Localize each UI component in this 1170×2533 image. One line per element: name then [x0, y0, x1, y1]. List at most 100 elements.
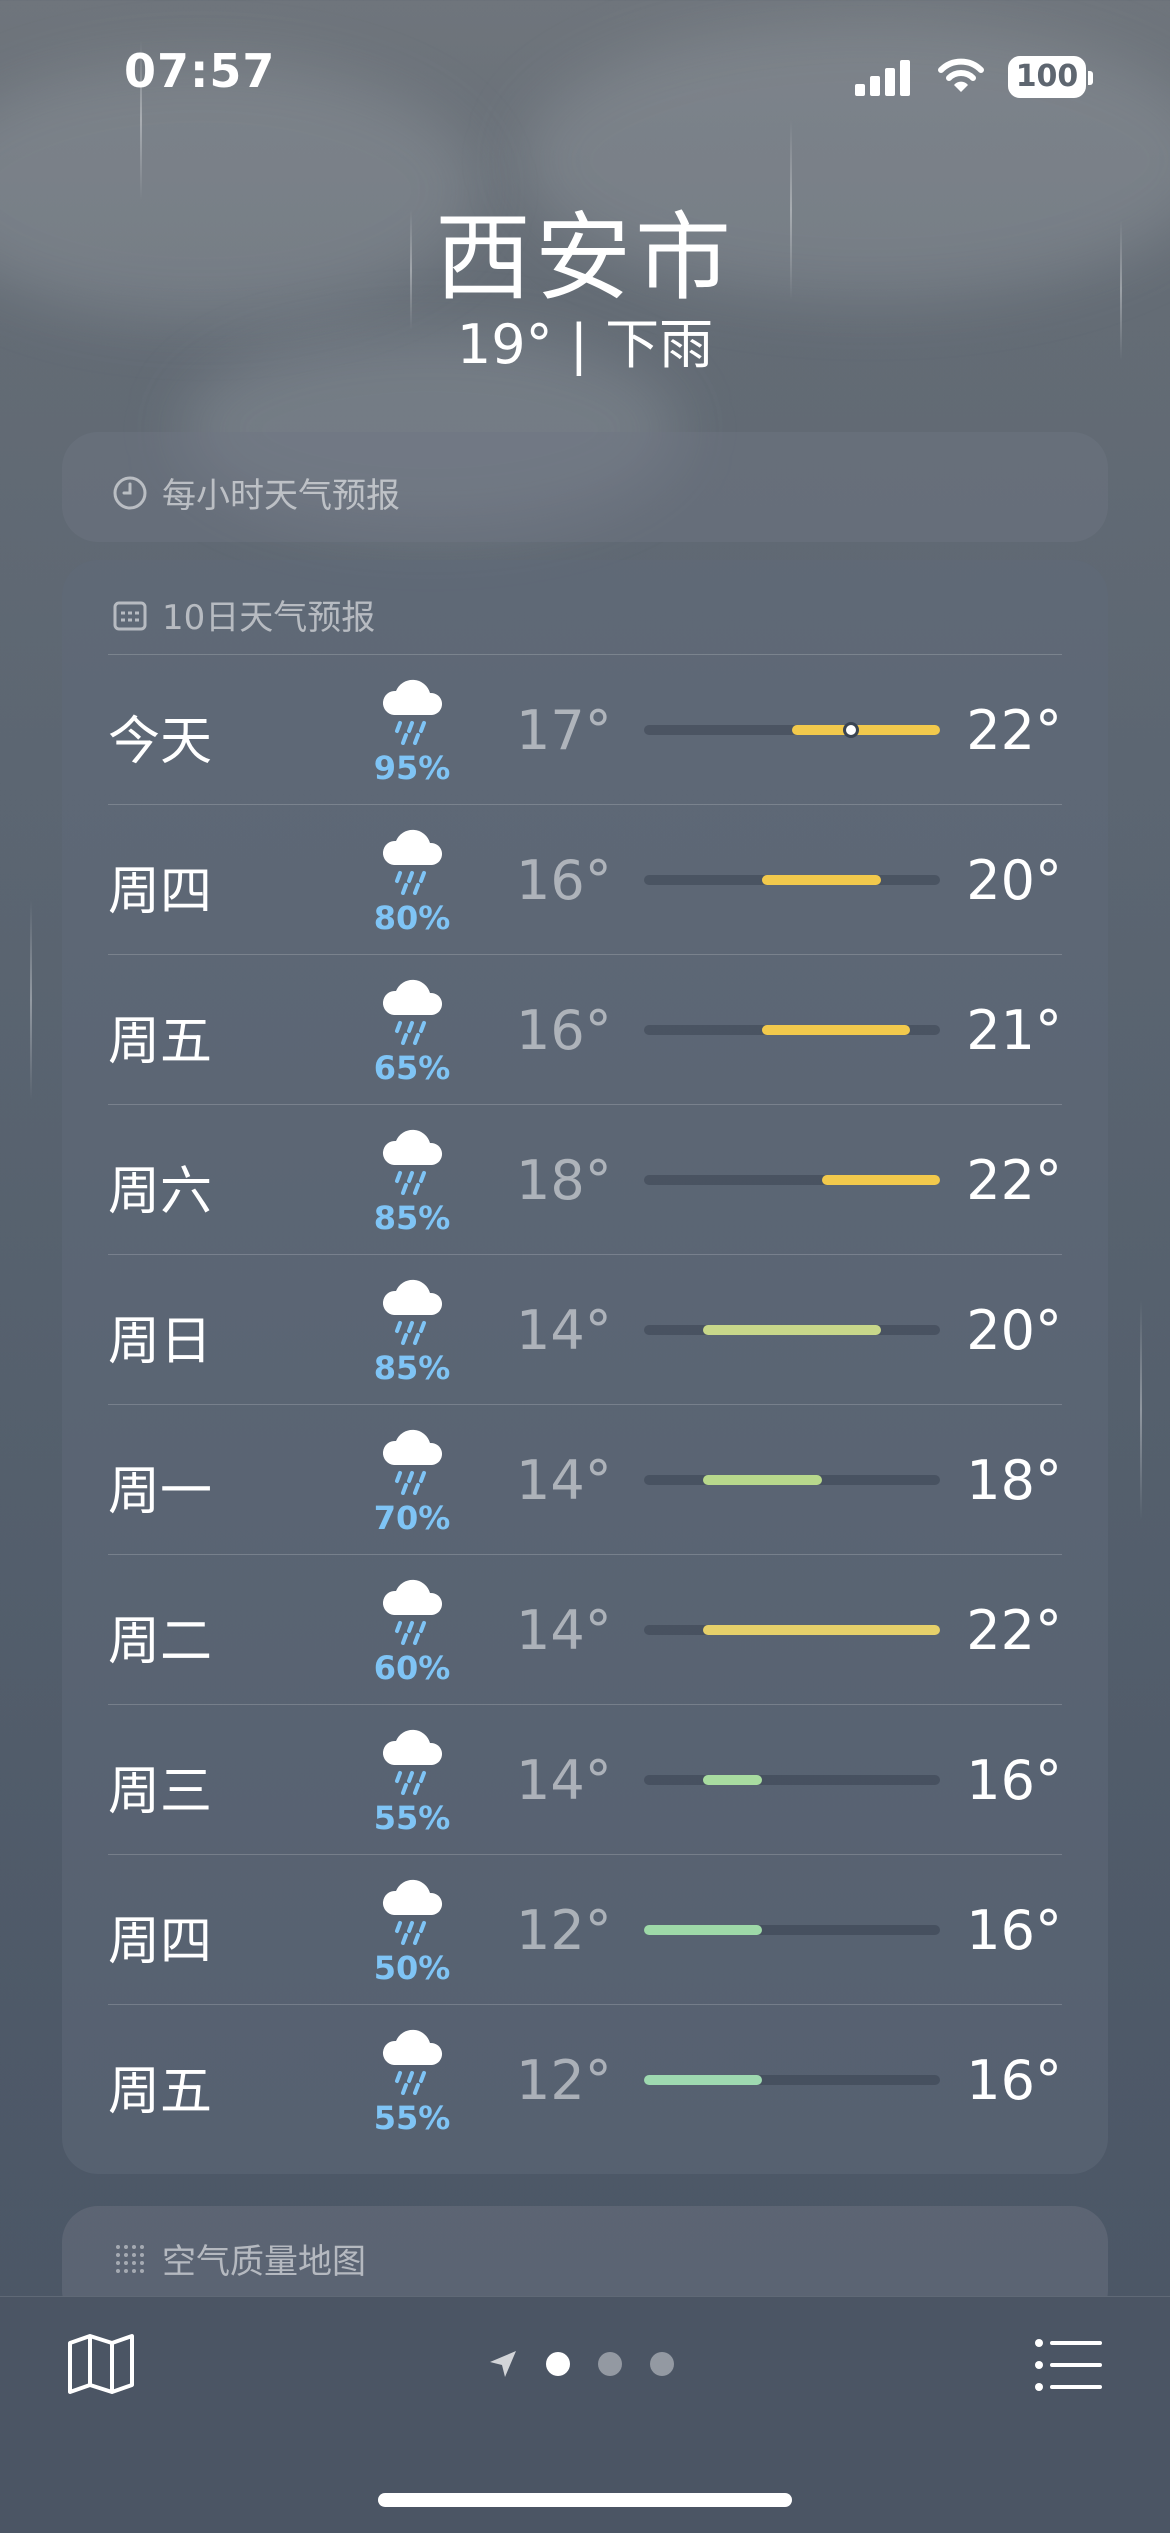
hourly-forecast-card[interactable]: 每小时天气预报: [62, 432, 1108, 542]
cloud-rain-icon: [376, 1727, 448, 1795]
forecast-row[interactable]: 今天 95% 17° 22°: [108, 654, 1062, 805]
temperature-range-track: [644, 875, 940, 885]
clock-icon: [113, 476, 147, 509]
cloud-rain-icon: [376, 1577, 448, 1645]
home-indicator: [378, 2493, 792, 2507]
forecast-row[interactable]: 周四 80% 16° 20°: [108, 804, 1062, 955]
forecast-row[interactable]: 周六 85% 18° 22°: [108, 1104, 1062, 1255]
low-temp: 14°: [516, 1599, 612, 1662]
ten-day-forecast-title: 10日天气预报: [162, 598, 376, 638]
forecast-day: 今天: [108, 712, 213, 772]
temperature-range-track: [644, 1925, 940, 1935]
temperature-range-bar: [703, 1325, 881, 1335]
cloud-rain-icon: [376, 677, 448, 745]
high-temp: 21°: [966, 999, 1062, 1062]
low-temp: 16°: [516, 999, 612, 1062]
forecast-day: 周日: [108, 1312, 213, 1372]
temperature-range-bar: [644, 1925, 763, 1935]
forecast-row[interactable]: 周一 70% 14° 18°: [108, 1404, 1062, 1555]
bottom-toolbar: [0, 2296, 1170, 2533]
ten-day-forecast-header: 10日天气预报: [112, 590, 375, 639]
precipitation-chance: 70%: [373, 1499, 451, 1537]
map-icon[interactable]: [66, 2333, 136, 2395]
precipitation-chance: 55%: [373, 2099, 451, 2137]
low-temp: 14°: [516, 1449, 612, 1512]
temperature-range-bar: [703, 1775, 763, 1785]
high-temp: 20°: [966, 1299, 1062, 1362]
high-temp: 22°: [966, 1599, 1062, 1662]
forecast-row[interactable]: 周四 50% 12° 16°: [108, 1854, 1062, 2005]
temperature-range-bar: [703, 1475, 822, 1485]
high-temp: 20°: [966, 849, 1062, 912]
location-arrow-icon: [490, 2351, 516, 2377]
temperature-range-bar: [762, 1025, 911, 1035]
cloud-rain-icon: [376, 1877, 448, 1945]
page-indicator[interactable]: [488, 2349, 674, 2379]
forecast-day: 周三: [108, 1762, 213, 1822]
low-temp: 12°: [516, 1899, 612, 1962]
temperature-range-track: [644, 1175, 940, 1185]
temperature-range-track: [644, 722, 940, 738]
precipitation-chance: 55%: [373, 1799, 451, 1837]
calendar-icon: [113, 601, 147, 630]
precipitation-chance: 85%: [373, 1199, 451, 1237]
forecast-day: 周一: [108, 1462, 213, 1522]
precipitation-chance: 50%: [373, 1949, 451, 1987]
page-dot-2[interactable]: [598, 2352, 622, 2376]
high-temp: 18°: [966, 1449, 1062, 1512]
cloud-rain-icon: [376, 1127, 448, 1195]
temperature-range-track: [644, 2075, 940, 2085]
page-dot-1[interactable]: [546, 2352, 570, 2376]
temperature-range-bar: [703, 1625, 940, 1635]
air-quality-title: 空气质量地图: [162, 2242, 366, 2282]
precipitation-chance: 85%: [373, 1349, 451, 1387]
dots-grid-icon: [116, 2244, 144, 2273]
cellular-signal-icon: [855, 60, 913, 96]
low-temp: 17°: [516, 699, 612, 762]
precipitation-chance: 65%: [373, 1049, 451, 1087]
low-temp: 14°: [516, 1749, 612, 1812]
temperature-range-bar: [821, 1175, 940, 1185]
hourly-forecast-header: 每小时天气预报: [112, 468, 400, 517]
cloud-rain-icon: [376, 977, 448, 1045]
forecast-row[interactable]: 周五 65% 16° 21°: [108, 954, 1062, 1105]
temperature-range-track: [644, 1775, 940, 1785]
page-dot-3[interactable]: [650, 2352, 674, 2376]
low-temp: 18°: [516, 1149, 612, 1212]
temperature-range-track: [644, 1325, 940, 1335]
precipitation-chance: 95%: [373, 749, 451, 787]
city-name: 西安市: [435, 202, 735, 314]
temperature-range-track: [644, 1475, 940, 1485]
current-summary: 19° | 下雨: [456, 313, 714, 376]
battery-indicator: 100: [1008, 56, 1093, 98]
temperature-range-track: [644, 1025, 940, 1035]
wifi-icon: [938, 58, 984, 92]
forecast-day: 周二: [108, 1612, 213, 1672]
low-temp: 14°: [516, 1299, 612, 1362]
current-temp-marker: [843, 722, 860, 738]
high-temp: 16°: [966, 2049, 1062, 2112]
high-temp: 22°: [966, 699, 1062, 762]
precipitation-chance: 60%: [373, 1649, 451, 1687]
forecast-row[interactable]: 周五 55% 12° 16°: [108, 2004, 1062, 2155]
high-temp: 16°: [966, 1749, 1062, 1812]
air-quality-header: 空气质量地图: [112, 2234, 366, 2283]
status-time: 07:57: [124, 44, 276, 98]
cloud-rain-icon: [376, 827, 448, 895]
temperature-range-bar: [762, 875, 881, 885]
high-temp: 22°: [966, 1149, 1062, 1212]
low-temp: 12°: [516, 2049, 612, 2112]
hourly-forecast-title: 每小时天气预报: [162, 476, 400, 516]
ten-day-forecast-card[interactable]: 10日天气预报 今天 95% 17° 22° 周四 80% 16° 20° 周五 65% 16° 21…: [62, 560, 1108, 2174]
forecast-day: 周五: [108, 1012, 213, 1072]
forecast-row[interactable]: 周二 60% 14° 22°: [108, 1554, 1062, 1705]
forecast-row[interactable]: 周日 85% 14° 20°: [108, 1254, 1062, 1405]
high-temp: 16°: [966, 1899, 1062, 1962]
forecast-row[interactable]: 周三 55% 14° 16°: [108, 1704, 1062, 1855]
list-icon[interactable]: [1034, 2337, 1104, 2393]
temperature-range-bar: [644, 2075, 763, 2085]
low-temp: 16°: [516, 849, 612, 912]
cloud-rain-icon: [376, 1427, 448, 1495]
forecast-day: 周四: [108, 1912, 213, 1972]
temperature-range-bar: [792, 725, 940, 735]
